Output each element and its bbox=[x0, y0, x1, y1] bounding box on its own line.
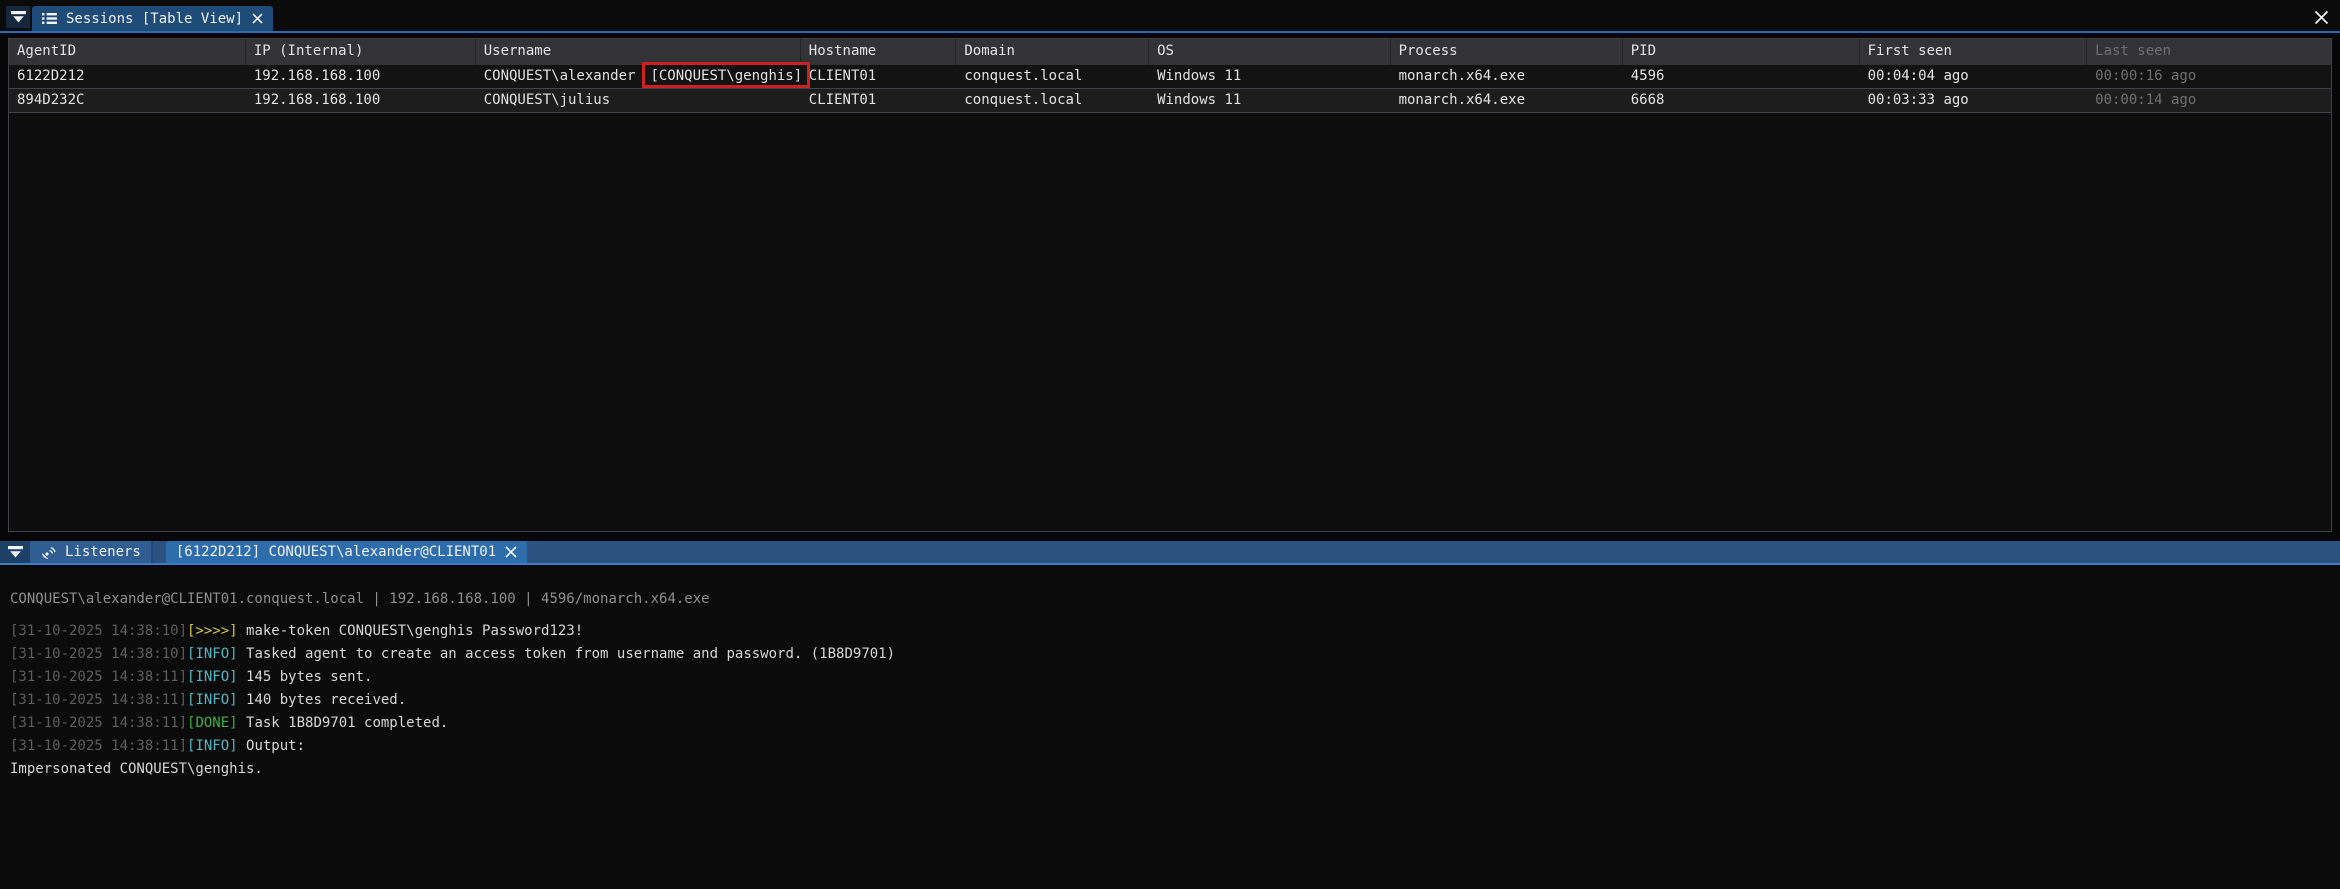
log-message: make-token CONQUEST\genghis Password123! bbox=[238, 623, 584, 639]
console-line-5: [31-10-2025 14:38:11][INFO] Output: bbox=[10, 735, 2330, 758]
tab-sessions-table-view[interactable]: Sessions [Table View] bbox=[32, 6, 273, 31]
username-text: CONQUEST\julius bbox=[484, 92, 610, 108]
column-header-5[interactable]: OS bbox=[1149, 39, 1390, 65]
cell-hostname: CLIENT01 bbox=[801, 65, 957, 88]
sessions-tab-bar: Sessions [Table View] bbox=[0, 0, 2340, 33]
tab-close-icon[interactable] bbox=[505, 546, 517, 558]
close-icon bbox=[2314, 10, 2329, 25]
log-timestamp: [31-10-2025 14:38:11] bbox=[10, 738, 187, 754]
log-level-tag: [DONE] bbox=[187, 715, 238, 731]
broadcast-icon bbox=[40, 545, 56, 560]
log-message: Impersonated CONQUEST\genghis. bbox=[10, 761, 263, 777]
filter-funnel-icon bbox=[11, 10, 26, 24]
cell-process: monarch.x64.exe bbox=[1391, 65, 1623, 88]
console-line-1: [31-10-2025 14:38:10][INFO] Tasked agent… bbox=[10, 643, 2330, 666]
console-tab-bar: Listeners [6122D212] CONQUEST\alexander@… bbox=[0, 541, 2340, 565]
cell-pid: 4596 bbox=[1623, 65, 1860, 88]
sessions-table-header: AgentID IP (Internal) Username Hostname … bbox=[9, 39, 2331, 65]
log-message: 145 bytes sent. bbox=[238, 669, 373, 685]
tab-listeners[interactable]: Listeners bbox=[30, 541, 153, 563]
log-timestamp: [31-10-2025 14:38:11] bbox=[10, 669, 187, 685]
log-level-tag: [INFO] bbox=[187, 692, 238, 708]
sessions-table: AgentID IP (Internal) Username Hostname … bbox=[8, 38, 2332, 532]
log-level-tag: [INFO] bbox=[187, 646, 238, 662]
log-level-tag: [INFO] bbox=[187, 669, 238, 685]
cell-ip-internal: 192.168.168.100 bbox=[246, 89, 476, 112]
filter-funnel-button[interactable] bbox=[6, 6, 30, 28]
column-header-3[interactable]: Hostname bbox=[801, 39, 957, 65]
filter-funnel-button-bottom[interactable] bbox=[0, 541, 30, 563]
cell-domain: conquest.local bbox=[956, 65, 1149, 88]
impersonated-token-annotation: [CONQUEST\genghis] bbox=[642, 62, 810, 88]
cell-ip-internal: 192.168.168.100 bbox=[246, 65, 476, 88]
agent-status-line: CONQUEST\alexander@CLIENT01.conquest.loc… bbox=[10, 591, 710, 607]
cell-os: Windows 11 bbox=[1149, 89, 1390, 112]
column-header-6[interactable]: Process bbox=[1391, 39, 1623, 65]
log-message: Task 1B8D9701 completed. bbox=[238, 715, 449, 731]
cell-os: Windows 11 bbox=[1149, 65, 1390, 88]
cell-username: CONQUEST\julius bbox=[476, 89, 801, 112]
column-header-9[interactable]: Last seen bbox=[2087, 39, 2331, 65]
tab-label: [6122D212] CONQUEST\alexander@CLIENT01 bbox=[176, 544, 496, 560]
log-message: 140 bytes received. bbox=[238, 692, 407, 708]
tab-label: Listeners bbox=[65, 544, 141, 560]
cell-first-seen: 00:04:04 ago bbox=[1860, 65, 2088, 88]
cell-pid: 6668 bbox=[1623, 89, 1860, 112]
column-header-0[interactable]: AgentID bbox=[9, 39, 246, 65]
table-list-icon bbox=[42, 12, 57, 25]
cell-agent-id: 894D232C bbox=[9, 89, 246, 112]
console-line-6: Impersonated CONQUEST\genghis. bbox=[10, 758, 2330, 781]
tab-session-console[interactable]: [6122D212] CONQUEST\alexander@CLIENT01 bbox=[166, 541, 527, 563]
log-message: Output: bbox=[238, 738, 305, 754]
sessions-table-body: 6122D212 192.168.168.100 CONQUEST\alexan… bbox=[9, 65, 2331, 113]
cell-process: monarch.x64.exe bbox=[1391, 89, 1623, 112]
cell-agent-id: 6122D212 bbox=[9, 65, 246, 88]
log-level-tag: [>>>>] bbox=[187, 623, 238, 639]
log-message: Tasked agent to create an access token f… bbox=[238, 646, 895, 662]
column-header-7[interactable]: PID bbox=[1623, 39, 1860, 65]
panel-close-button[interactable] bbox=[2312, 8, 2330, 26]
session-row-1[interactable]: 894D232C 192.168.168.100 CONQUEST\julius… bbox=[9, 89, 2331, 113]
column-header-4[interactable]: Domain bbox=[956, 39, 1149, 65]
cell-domain: conquest.local bbox=[956, 89, 1149, 112]
console-line-0: [31-10-2025 14:38:10][>>>>] make-token C… bbox=[10, 620, 2330, 643]
tab-label: Sessions [Table View] bbox=[66, 11, 243, 27]
tab-close-icon[interactable] bbox=[252, 13, 263, 24]
cell-last-seen: 00:00:16 ago bbox=[2087, 65, 2331, 88]
log-timestamp: [31-10-2025 14:38:11] bbox=[10, 715, 187, 731]
cell-username: CONQUEST\alexander[CONQUEST\genghis] bbox=[476, 65, 801, 88]
log-timestamp: [31-10-2025 14:38:11] bbox=[10, 692, 187, 708]
agent-console: CONQUEST\alexander@CLIENT01.conquest.loc… bbox=[0, 567, 2340, 889]
cell-first-seen: 00:03:33 ago bbox=[1860, 89, 2088, 112]
console-line-2: [31-10-2025 14:38:11][INFO] 145 bytes se… bbox=[10, 666, 2330, 689]
session-row-0[interactable]: 6122D212 192.168.168.100 CONQUEST\alexan… bbox=[9, 65, 2331, 89]
username-text: CONQUEST\alexander bbox=[484, 68, 636, 84]
column-header-1[interactable]: IP (Internal) bbox=[246, 39, 476, 65]
cell-hostname: CLIENT01 bbox=[801, 89, 957, 112]
cell-last-seen: 00:00:14 ago bbox=[2087, 89, 2331, 112]
log-timestamp: [31-10-2025 14:38:10] bbox=[10, 646, 187, 662]
console-line-3: [31-10-2025 14:38:11][INFO] 140 bytes re… bbox=[10, 689, 2330, 712]
log-level-tag: [INFO] bbox=[187, 738, 238, 754]
column-header-8[interactable]: First seen bbox=[1860, 39, 2088, 65]
console-output: [31-10-2025 14:38:10][>>>>] make-token C… bbox=[10, 620, 2330, 781]
console-line-4: [31-10-2025 14:38:11][DONE] Task 1B8D970… bbox=[10, 712, 2330, 735]
log-timestamp: [31-10-2025 14:38:10] bbox=[10, 623, 187, 639]
filter-funnel-icon bbox=[8, 545, 23, 559]
